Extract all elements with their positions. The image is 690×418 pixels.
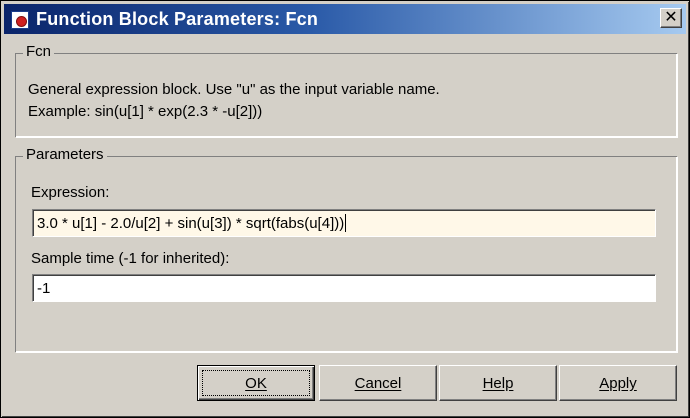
- block-icon-dot: [16, 16, 27, 27]
- help-button-label: Help: [482, 374, 514, 392]
- block-group-legend: Fcn: [23, 43, 55, 60]
- expression-input[interactable]: 3.0 * u[1] - 2.0/u[2] + sin(u[3]) * sqrt…: [32, 209, 656, 237]
- parameters-group: Parameters Expression: 3.0 * u[1] - 2.0/…: [15, 146, 677, 352]
- expression-label: Expression:: [31, 184, 110, 201]
- close-icon: ✕: [664, 9, 678, 26]
- parameters-group-legend: Parameters: [23, 146, 107, 163]
- simulink-block-icon: [8, 8, 30, 30]
- help-button[interactable]: Help: [439, 365, 557, 401]
- apply-button-label: Apply: [599, 374, 637, 392]
- close-button[interactable]: ✕: [660, 8, 682, 28]
- apply-button[interactable]: Apply: [559, 365, 677, 401]
- dialog-window: Function Block Parameters: Fcn ✕ Fcn Gen…: [0, 0, 690, 418]
- text-caret: [345, 214, 347, 232]
- sample-time-label: Sample time (-1 for inherited):: [31, 250, 230, 267]
- cancel-button-label: Cancel: [354, 374, 402, 392]
- description-line-2: Example: sin(u[1] * exp(2.3 * -u[2])): [28, 103, 263, 120]
- description-line-1: General expression block. Use "u" as the…: [28, 81, 440, 98]
- ok-button-label: OK: [245, 374, 267, 392]
- cancel-button[interactable]: Cancel: [319, 365, 437, 401]
- block-description-group: Fcn General expression block. Use "u" as…: [15, 43, 677, 137]
- sample-time-input[interactable]: -1: [32, 274, 656, 302]
- title-bar[interactable]: Function Block Parameters: Fcn ✕: [4, 4, 686, 34]
- sample-time-value: -1: [37, 279, 51, 297]
- window-title: Function Block Parameters: Fcn: [36, 8, 319, 29]
- expression-value: 3.0 * u[1] - 2.0/u[2] + sin(u[3]) * sqrt…: [37, 214, 345, 232]
- ok-button[interactable]: OK: [197, 365, 315, 401]
